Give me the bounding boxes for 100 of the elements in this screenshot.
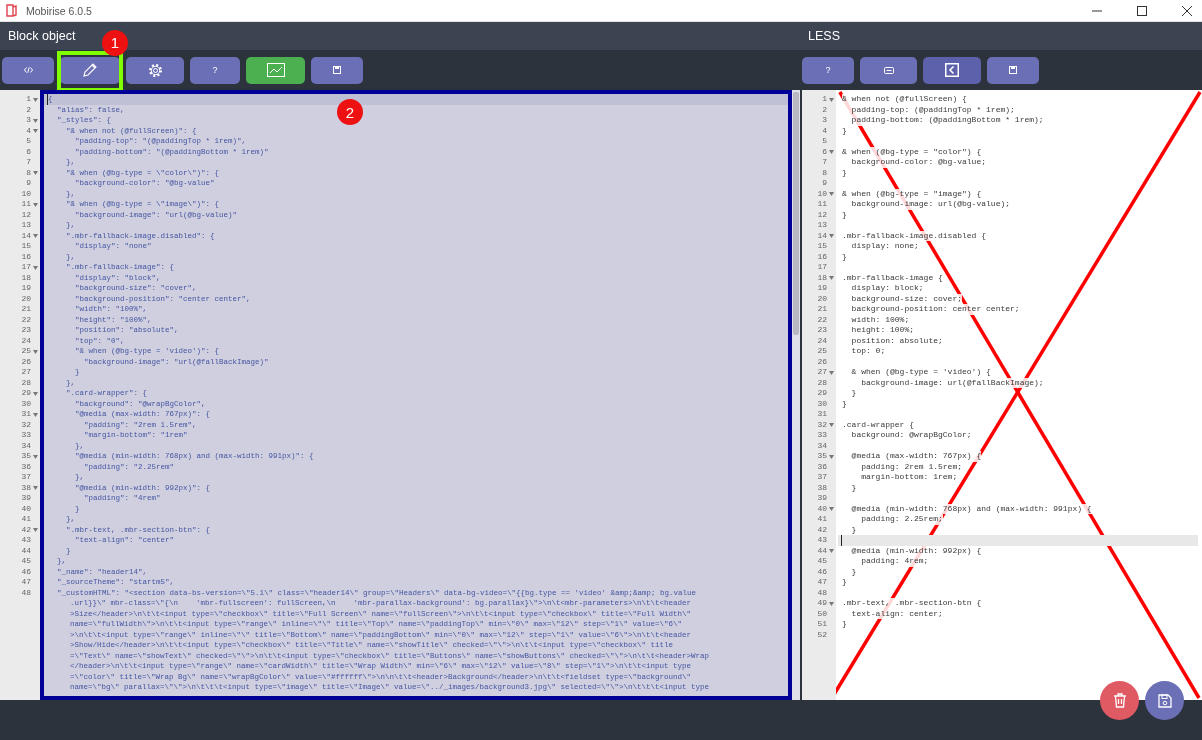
line-number: 12 <box>21 209 31 220</box>
save-button[interactable] <box>311 56 363 84</box>
fold-icon[interactable] <box>33 486 38 490</box>
line-number: 10 <box>21 188 31 199</box>
line-number: 18 <box>817 272 827 283</box>
back-icon <box>945 63 959 77</box>
panel-title: LESS <box>808 29 840 43</box>
line-number: 13 <box>817 220 827 231</box>
line-number: 2 <box>822 104 827 115</box>
scrollbar-thumb[interactable] <box>793 92 799 335</box>
line-number: 15 <box>21 241 31 252</box>
gear-icon <box>146 61 164 79</box>
close-icon[interactable] <box>1182 5 1192 16</box>
chart-icon <box>266 63 285 77</box>
line-number: 23 <box>817 325 827 336</box>
line-number: 29 <box>21 388 31 399</box>
line-number: 5 <box>822 136 827 147</box>
line-number: 19 <box>817 283 827 294</box>
fold-icon[interactable] <box>829 97 834 102</box>
line-number: 44 <box>21 545 31 556</box>
line-number: 34 <box>817 440 827 451</box>
fold-icon[interactable] <box>829 234 834 238</box>
line-number: 41 <box>21 514 31 525</box>
line-number: 21 <box>21 304 31 315</box>
line-number: 17 <box>817 262 827 273</box>
line-number: 38 <box>817 482 827 493</box>
line-number: 9 <box>26 178 31 189</box>
fold-icon[interactable] <box>33 234 38 238</box>
fold-icon[interactable] <box>829 423 834 427</box>
line-number: 22 <box>817 314 827 325</box>
line-number: 6 <box>822 146 827 157</box>
line-number: 1 <box>26 94 31 105</box>
help-button[interactable]: ? <box>190 56 240 84</box>
trash-icon <box>1112 693 1127 708</box>
fold-icon[interactable] <box>33 171 38 175</box>
line-number: 29 <box>817 388 827 399</box>
fold-icon[interactable] <box>33 454 38 459</box>
help-button[interactable]: ? <box>802 56 854 84</box>
fold-icon[interactable] <box>33 118 38 123</box>
line-number: 42 <box>817 524 827 535</box>
line-number: 44 <box>817 545 827 556</box>
line-number: 26 <box>817 356 827 367</box>
line-number: 43 <box>817 535 827 546</box>
fold-icon[interactable] <box>33 412 38 417</box>
callout-number: 2 <box>337 99 363 125</box>
line-number: 13 <box>21 220 31 231</box>
line-number: 50 <box>817 608 827 619</box>
chart-button[interactable] <box>246 56 305 84</box>
line-number: 17 <box>21 262 31 273</box>
save-button[interactable] <box>987 56 1039 84</box>
line-number: 3 <box>26 115 31 126</box>
fold-icon[interactable] <box>33 129 38 133</box>
fold-icon[interactable] <box>829 454 834 459</box>
line-number: 9 <box>822 178 827 189</box>
line-number: 52 <box>817 629 827 640</box>
edit-button[interactable] <box>60 56 120 84</box>
line-number: 11 <box>21 199 31 210</box>
line-number: 28 <box>21 377 31 388</box>
fold-icon[interactable] <box>33 349 38 354</box>
fold-icon[interactable] <box>829 276 834 280</box>
line-number: 24 <box>21 335 31 346</box>
app-logo-icon <box>6 4 18 17</box>
fold-icon[interactable] <box>829 601 834 606</box>
fold-icon[interactable] <box>33 97 38 102</box>
line-number: 51 <box>817 619 827 630</box>
line-number: 23 <box>21 325 31 336</box>
line-number: 42 <box>21 524 31 535</box>
line-number: 33 <box>817 430 827 441</box>
line-number: 14 <box>817 230 827 241</box>
settings-button[interactable] <box>126 56 184 84</box>
line-number: 7 <box>26 157 31 168</box>
fold-icon[interactable] <box>33 528 38 532</box>
line-number: 3 <box>822 115 827 126</box>
back-button[interactable] <box>923 56 981 84</box>
line-number: 16 <box>21 251 31 262</box>
fold-icon[interactable] <box>829 370 834 375</box>
code-icon <box>23 67 33 73</box>
text-cursor <box>841 535 842 546</box>
line-number: 45 <box>21 556 31 567</box>
code-button[interactable] <box>2 56 54 84</box>
line-number: 33 <box>21 430 31 441</box>
window-title: Mobirise 6.0.5 <box>26 4 92 17</box>
keyboard-icon <box>883 66 894 74</box>
fold-icon[interactable] <box>829 549 834 553</box>
line-number: 28 <box>817 377 827 388</box>
fold-icon[interactable] <box>33 265 38 270</box>
line-number: 37 <box>817 472 827 483</box>
line-number: 8 <box>822 167 827 178</box>
fold-icon[interactable] <box>33 391 38 396</box>
line-number: 39 <box>817 493 827 504</box>
maximize-icon[interactable] <box>1137 5 1147 16</box>
line-number: 49 <box>817 598 827 609</box>
line-number: 32 <box>21 419 31 430</box>
text-cursor <box>47 94 48 105</box>
fold-icon[interactable] <box>33 202 38 207</box>
keyboard-button[interactable] <box>860 56 917 84</box>
fold-icon[interactable] <box>829 150 834 154</box>
fold-icon[interactable] <box>829 192 834 196</box>
line-number: 8 <box>26 167 31 178</box>
fold-icon[interactable] <box>829 507 834 511</box>
